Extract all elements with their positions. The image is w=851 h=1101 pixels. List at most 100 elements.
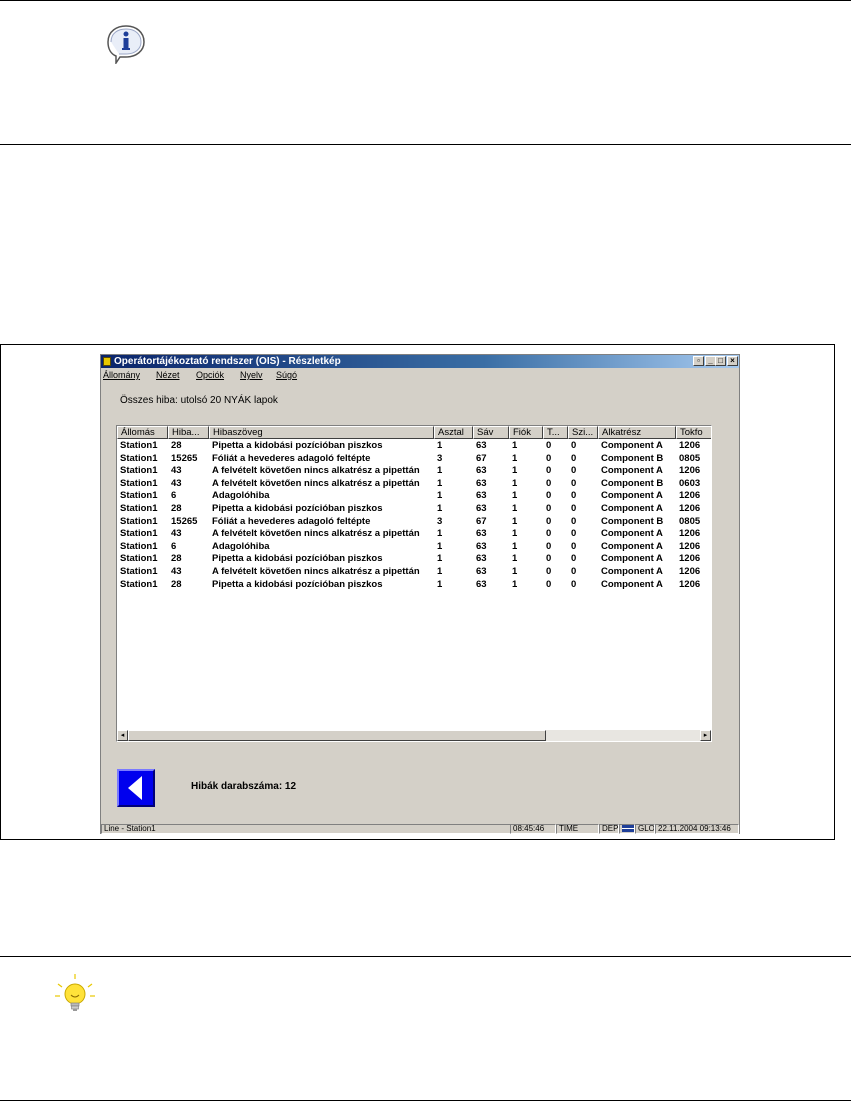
cell-col-t: 0 bbox=[546, 490, 552, 502]
restore-button[interactable]: ▫ bbox=[693, 356, 704, 366]
menu-language[interactable]: Nyelv bbox=[240, 370, 263, 380]
table-row[interactable]: Station1 6 Adagolóhiba 1 63 1 0 0 Component A 120… bbox=[117, 540, 711, 554]
menu-view[interactable]: Nézet bbox=[156, 370, 180, 380]
cell-col-track: 67 bbox=[476, 515, 487, 527]
header-col-width[interactable]: Szi... bbox=[568, 426, 598, 439]
cell-col-error-code: 28 bbox=[171, 553, 182, 565]
status-datetime: 22.11.2004 09:13:46 bbox=[655, 824, 739, 834]
cell-col-error-text: A felvételt követően nincs alkatrész a p… bbox=[212, 477, 420, 489]
cell-col-track: 63 bbox=[476, 540, 487, 552]
table-row[interactable]: Station1 28 Pipetta a kidobási pozícióban … bbox=[117, 553, 711, 566]
cell-col-error-text: Pipetta a kidobási pozícióban piszkos bbox=[212, 578, 383, 590]
cell-col-table: 1 bbox=[437, 528, 443, 540]
cell-col-error-code: 28 bbox=[171, 503, 182, 514]
cell-col-station: Station1 bbox=[120, 528, 158, 540]
table-row[interactable]: Station1 28 Pipetta a kidobási pozícióban … bbox=[117, 578, 711, 592]
maximize-button[interactable]: □ bbox=[715, 356, 726, 366]
horizontal-scrollbar[interactable]: ◂ ▸ bbox=[117, 730, 711, 741]
cell-col-width: 0 bbox=[571, 553, 577, 565]
menu-bar: Állomány Nézet Opciók Nyelv Súgó bbox=[101, 369, 739, 381]
header-col-track[interactable]: Sáv bbox=[473, 426, 509, 439]
title-bar: Operátortájékoztató rendszer (OIS) - Rés… bbox=[101, 355, 739, 368]
cell-col-station: Station1 bbox=[120, 553, 158, 565]
cell-col-package: 0805 bbox=[679, 452, 701, 464]
cell-col-drawer: 1 bbox=[512, 490, 518, 502]
cell-col-drawer: 1 bbox=[512, 477, 518, 489]
cell-col-width: 0 bbox=[571, 503, 577, 514]
header-col-error-code[interactable]: Hiba... bbox=[168, 426, 209, 439]
cell-col-error-code: 28 bbox=[171, 578, 182, 590]
cell-col-width: 0 bbox=[571, 465, 577, 477]
table-row[interactable]: Station1 15265 Fóliát a hevederes adagoló … bbox=[117, 515, 711, 529]
menu-help[interactable]: Súgó bbox=[276, 370, 297, 380]
cell-col-drawer: 1 bbox=[512, 566, 518, 577]
cell-col-t: 0 bbox=[546, 540, 552, 552]
cell-col-track: 63 bbox=[476, 465, 487, 477]
cell-col-t: 0 bbox=[546, 452, 552, 464]
back-arrow-icon bbox=[128, 776, 142, 800]
cell-col-error-text: Pipetta a kidobási pozícióban piszkos bbox=[212, 440, 383, 451]
cell-col-table: 1 bbox=[437, 553, 443, 565]
cell-col-component: Component A bbox=[601, 465, 663, 477]
cell-col-error-text: Adagolóhiba bbox=[212, 490, 270, 502]
cell-col-t: 0 bbox=[546, 440, 552, 451]
table-row[interactable]: Station1 43 A felvételt követően nincs alk… bbox=[117, 477, 711, 491]
header-col-drawer[interactable]: Fiók bbox=[509, 426, 543, 439]
table-row[interactable]: Station1 28 Pipetta a kidobási pozícióban … bbox=[117, 440, 711, 453]
cell-col-component: Component A bbox=[601, 503, 663, 514]
cell-col-component: Component B bbox=[601, 477, 664, 489]
cell-col-t: 0 bbox=[546, 515, 552, 527]
cell-col-track: 67 bbox=[476, 452, 487, 464]
cell-col-package: 1206 bbox=[679, 490, 701, 502]
table-row[interactable]: Station1 43 A felvételt követően nincs alk… bbox=[117, 528, 711, 541]
scroll-thumb[interactable] bbox=[128, 730, 546, 741]
header-col-component[interactable]: Alkatrész bbox=[598, 426, 676, 439]
cell-col-package: 1206 bbox=[679, 465, 701, 477]
table-row[interactable]: Station1 15265 Fóliát a hevederes adagoló … bbox=[117, 452, 711, 466]
cell-col-t: 0 bbox=[546, 528, 552, 540]
header-col-t[interactable]: T... bbox=[543, 426, 568, 439]
header-col-package[interactable]: Tokfo bbox=[676, 426, 711, 439]
cell-col-width: 0 bbox=[571, 440, 577, 451]
cell-col-width: 0 bbox=[571, 540, 577, 552]
scroll-left-button[interactable]: ◂ bbox=[117, 730, 128, 741]
cell-col-table: 1 bbox=[437, 540, 443, 552]
table-row[interactable]: Station1 43 A felvételt követően nincs alk… bbox=[117, 566, 711, 579]
error-list[interactable]: Állomás Hiba... Hibaszöveg Asztal Sáv Fiók T..… bbox=[116, 425, 712, 742]
header-col-station[interactable]: Állomás bbox=[117, 426, 168, 439]
cell-col-error-text: Fóliát a hevederes adagoló feltépte bbox=[212, 515, 371, 527]
ois-window: Operátortájékoztató rendszer (OIS) - Rés… bbox=[100, 354, 740, 834]
header-col-table[interactable]: Asztal bbox=[434, 426, 473, 439]
cell-col-width: 0 bbox=[571, 477, 577, 489]
status-line: Line - Station1 bbox=[101, 824, 511, 834]
status-mode: GLO bbox=[635, 824, 655, 834]
cell-col-width: 0 bbox=[571, 452, 577, 464]
cell-col-t: 0 bbox=[546, 465, 552, 477]
cell-col-track: 63 bbox=[476, 440, 487, 451]
cell-col-track: 63 bbox=[476, 477, 487, 489]
cell-col-package: 1206 bbox=[679, 578, 701, 590]
summary-value: utolsó 20 NYÁK lapok bbox=[180, 395, 278, 406]
cell-col-station: Station1 bbox=[120, 540, 158, 552]
cell-col-drawer: 1 bbox=[512, 553, 518, 565]
back-button[interactable] bbox=[117, 769, 155, 807]
table-row[interactable]: Station1 6 Adagolóhiba 1 63 1 0 0 Component A 120… bbox=[117, 490, 711, 503]
cell-col-package: 1206 bbox=[679, 540, 701, 552]
cell-col-station: Station1 bbox=[120, 477, 158, 489]
cell-col-error-code: 15265 bbox=[171, 452, 198, 464]
cell-col-package: 0805 bbox=[679, 515, 701, 527]
menu-file[interactable]: Állomány bbox=[103, 370, 140, 380]
table-row[interactable]: Station1 43 A felvételt követően nincs alk… bbox=[117, 465, 711, 478]
cell-col-track: 63 bbox=[476, 553, 487, 565]
rule-under-info bbox=[0, 144, 851, 145]
cell-col-error-code: 6 bbox=[171, 490, 177, 502]
menu-options[interactable]: Opciók bbox=[196, 370, 224, 380]
cell-col-package: 1206 bbox=[679, 553, 701, 565]
header-col-error-text[interactable]: Hibaszöveg bbox=[209, 426, 434, 439]
close-button[interactable]: × bbox=[727, 356, 738, 366]
cell-col-table: 3 bbox=[437, 515, 443, 527]
flag-icon-glyph bbox=[622, 825, 634, 832]
scroll-right-button[interactable]: ▸ bbox=[700, 730, 711, 741]
table-row[interactable]: Station1 28 Pipetta a kidobási pozícióban … bbox=[117, 503, 711, 516]
list-header: Állomás Hiba... Hibaszöveg Asztal Sáv Fiók T..… bbox=[117, 426, 711, 439]
